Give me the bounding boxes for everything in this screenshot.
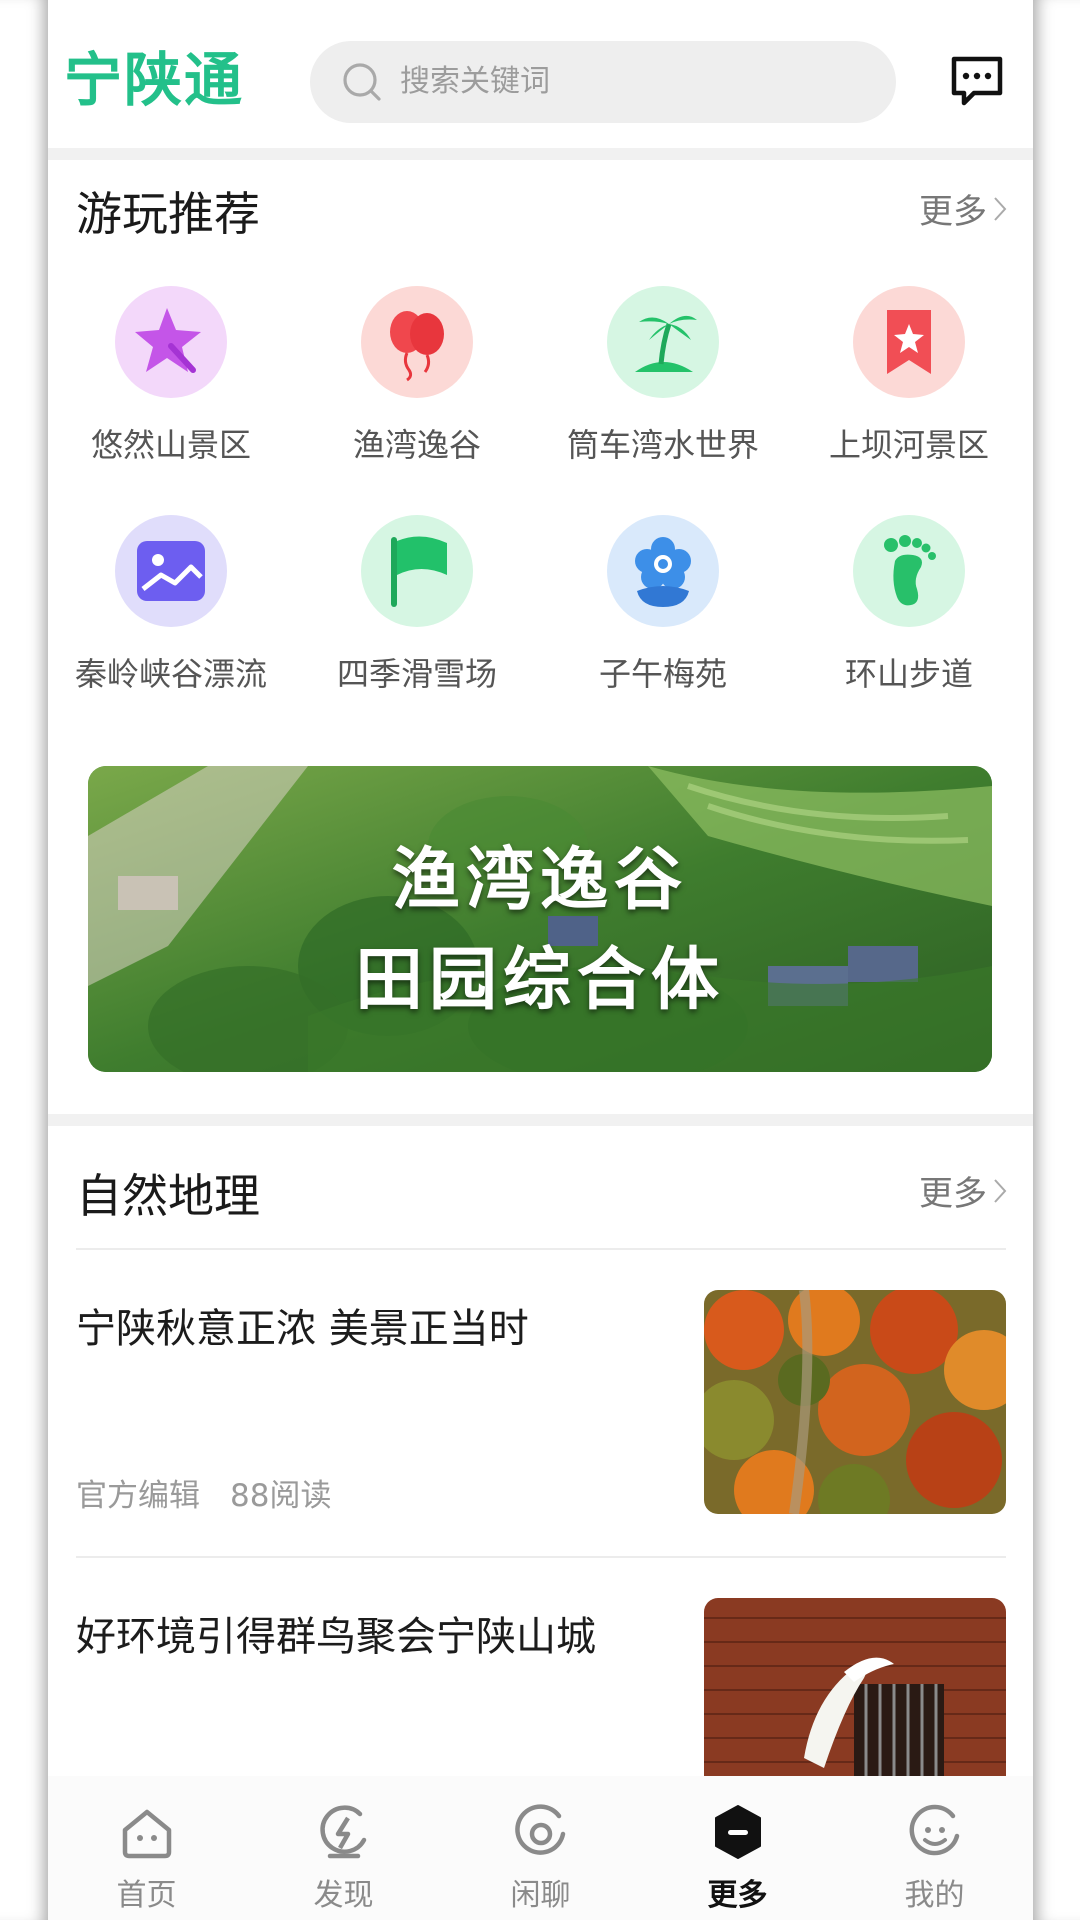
spot-label: 筒车湾水世界 [566, 426, 759, 464]
article-thumbnail [704, 1290, 1006, 1514]
promo-banner[interactable]: 渔湾逸谷 田园综合体 [88, 766, 992, 1072]
right-edge [1033, 0, 1080, 1920]
tab-profile[interactable]: 我的 [836, 1776, 1033, 1920]
nature-more-link[interactable]: 更多 [919, 1166, 1007, 1215]
chevron-right-icon [994, 1178, 1007, 1203]
list-divider [76, 1556, 1006, 1558]
article-meta: 官方编辑 88阅读 [76, 1470, 331, 1515]
tab-more[interactable]: 更多 [639, 1776, 836, 1920]
top-header: 宁陕通 搜索关键词 [48, 0, 1033, 148]
spot-item-7[interactable]: 子午梅苑 [540, 515, 786, 695]
list-divider [76, 1248, 1006, 1250]
spot-item-4[interactable]: 上坝河景区 [786, 286, 1032, 466]
tab-label: 我的 [904, 1878, 965, 1913]
spot-label: 环山步道 [844, 655, 973, 693]
spot-label: 子午梅苑 [598, 655, 727, 693]
spot-label: 悠然山景区 [90, 426, 251, 464]
picture-icon [115, 515, 227, 627]
flower-icon [607, 515, 719, 627]
banner-title-line1: 渔湾逸谷 [391, 841, 688, 920]
tab-chat[interactable]: 闲聊 [442, 1776, 639, 1920]
palm-island-icon [607, 286, 719, 398]
tab-label: 闲聊 [510, 1878, 571, 1913]
bookmark-star-icon [853, 286, 965, 398]
tab-home[interactable]: 首页 [48, 1776, 245, 1920]
spot-item-3[interactable]: 筒车湾水世界 [540, 286, 786, 466]
spot-item-5[interactable]: 秦岭峡谷漂流 [48, 515, 294, 695]
article-reads: 88阅读 [230, 1478, 332, 1514]
spot-label: 四季滑雪场 [336, 655, 497, 693]
left-edge [0, 0, 48, 1920]
section-title-nature: 自然地理 [76, 1169, 260, 1223]
section-divider [48, 1114, 1033, 1126]
tab-discover[interactable]: 发现 [245, 1776, 442, 1920]
home-icon [122, 1809, 172, 1859]
bottom-tab-bar: 首页 发现 闲聊 更多 我的 [48, 1776, 1033, 1920]
article-title: 好环境引得群鸟聚会宁陕山城 [76, 1614, 596, 1660]
spot-item-8[interactable]: 环山步道 [786, 515, 1032, 695]
flag-icon [361, 515, 473, 627]
more-label: 更多 [919, 1174, 987, 1214]
more-icon [715, 1805, 761, 1859]
article-title: 宁陕秋意正浓 美景正当时 [76, 1306, 529, 1352]
discover-icon [320, 1805, 367, 1859]
chat-icon [515, 1804, 566, 1855]
footprint-icon [853, 515, 965, 627]
spot-label: 渔湾逸谷 [352, 426, 481, 464]
star-icon [115, 286, 227, 398]
article-author: 官方编辑 [76, 1478, 200, 1514]
tab-label: 更多 [707, 1878, 768, 1913]
tab-label: 首页 [116, 1878, 177, 1913]
spot-item-6[interactable]: 四季滑雪场 [294, 515, 540, 695]
recommend-more-link[interactable]: 更多 [919, 184, 1007, 233]
balloon-icon [361, 286, 473, 398]
article-thumbnail [704, 1598, 1006, 1798]
chevron-right-icon [994, 196, 1007, 221]
profile-icon [909, 1804, 960, 1856]
section-title-recommend: 游玩推荐 [76, 187, 260, 241]
app-logo: 宁陕通 [64, 46, 245, 114]
spot-label: 上坝河景区 [828, 426, 989, 464]
spot-item-1[interactable]: 悠然山景区 [48, 286, 294, 466]
tab-label: 发现 [313, 1878, 374, 1913]
app-screen: 宁陕通 搜索关键词 游玩推荐 更多 悠然山景区 渔湾逸谷 筒车湾水世界 上坝河景… [48, 0, 1033, 1920]
search-icon [343, 63, 381, 101]
more-label: 更多 [919, 192, 987, 232]
spot-item-2[interactable]: 渔湾逸谷 [294, 286, 540, 466]
search-placeholder: 搜索关键词 [400, 64, 550, 99]
search-input[interactable]: 搜索关键词 [310, 41, 896, 123]
message-icon[interactable] [948, 52, 1006, 110]
section-divider [48, 148, 1033, 160]
spot-label: 秦岭峡谷漂流 [74, 655, 267, 693]
banner-title-line2: 田园综合体 [354, 941, 725, 1020]
